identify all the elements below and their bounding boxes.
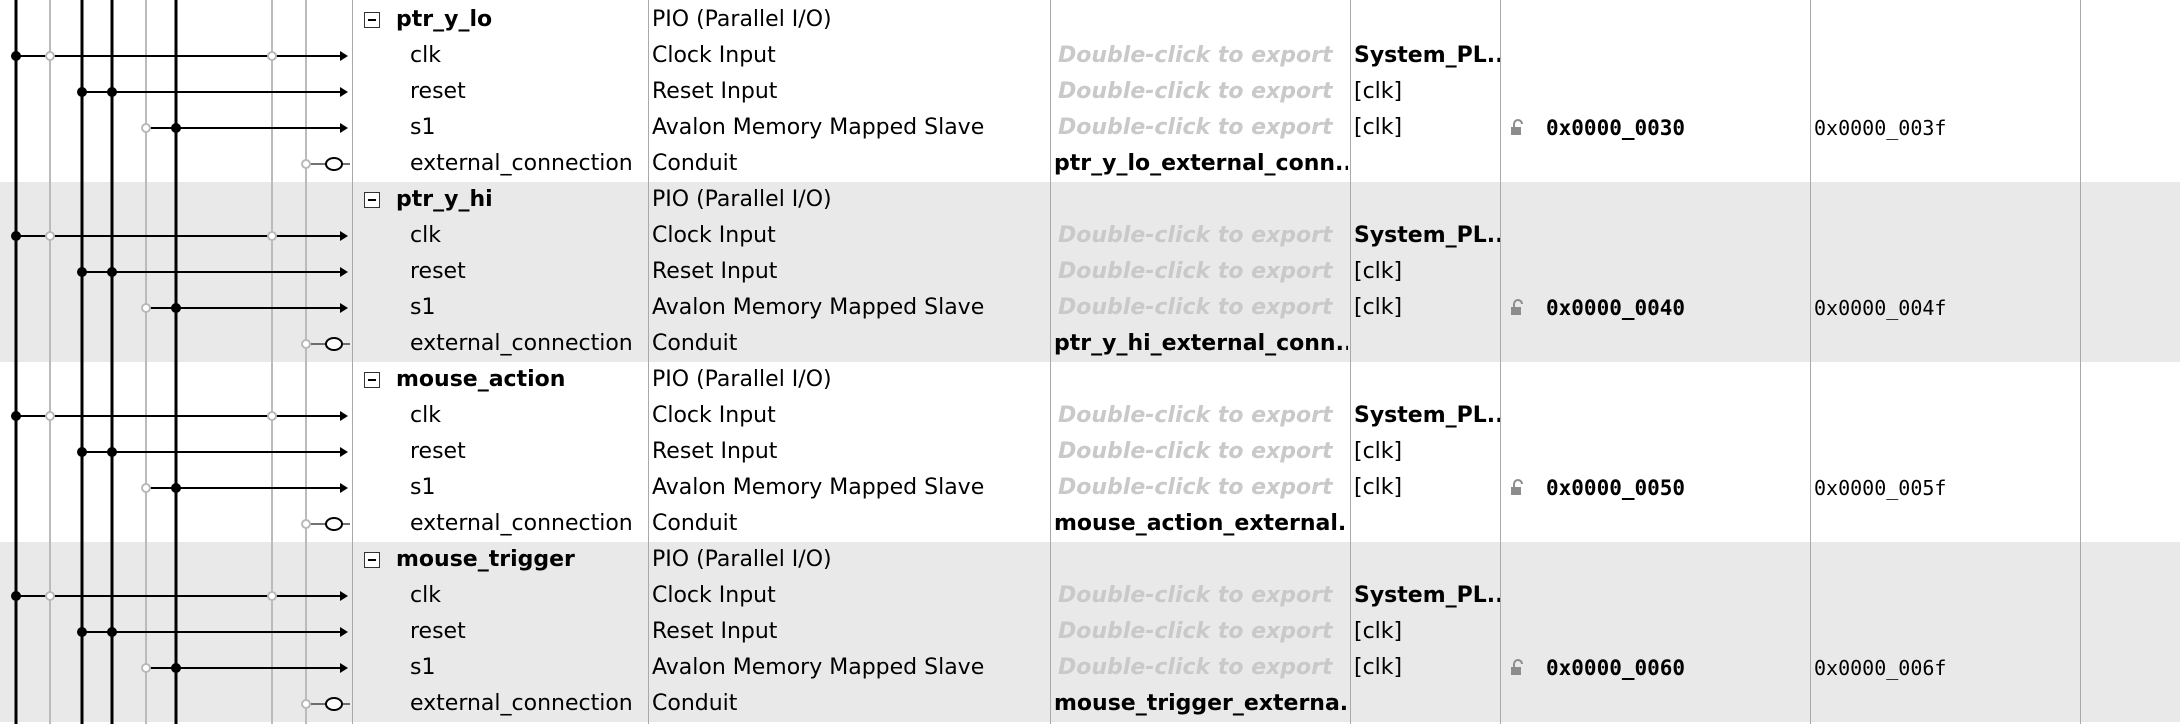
connection-dot xyxy=(107,447,117,457)
export-conduit-icon xyxy=(325,517,343,531)
connection-dot xyxy=(77,87,87,97)
arrow-head xyxy=(340,51,348,61)
connection-dot xyxy=(171,483,181,493)
connection-dot xyxy=(77,627,87,637)
export-conduit-icon xyxy=(325,337,343,351)
arrow-head xyxy=(340,231,348,241)
connection-dot-open xyxy=(141,483,151,493)
connection-dot-open xyxy=(45,591,55,601)
connection-dot xyxy=(11,411,21,421)
connection-dot xyxy=(77,267,87,277)
connection-dot xyxy=(11,591,21,601)
arrow-head xyxy=(340,267,348,277)
connection-dot xyxy=(107,87,117,97)
connection-dot xyxy=(107,267,117,277)
arrow-head xyxy=(340,447,348,457)
arrow-head xyxy=(340,483,348,493)
connection-dot-open xyxy=(301,519,311,529)
connection-dot-open xyxy=(267,51,277,61)
connection-dot xyxy=(77,447,87,457)
arrow-head xyxy=(340,87,348,97)
arrow-head xyxy=(340,123,348,133)
connection-dot-open xyxy=(301,339,311,349)
arrow-head xyxy=(340,663,348,673)
connection-dot-open xyxy=(141,303,151,313)
connection-dot xyxy=(171,663,181,673)
connection-dot-open xyxy=(267,591,277,601)
connection-dot-open xyxy=(267,411,277,421)
connection-dot-open xyxy=(267,231,277,241)
connection-dot-open xyxy=(141,663,151,673)
connection-dot xyxy=(171,303,181,313)
arrow-head xyxy=(340,411,348,421)
export-conduit-icon xyxy=(325,157,343,171)
arrow-head xyxy=(340,591,348,601)
connections-panel xyxy=(11,0,350,724)
arrow-head xyxy=(340,303,348,313)
connection-dot-open xyxy=(45,51,55,61)
connection-dot-open xyxy=(301,699,311,709)
connection-dot xyxy=(107,627,117,637)
connection-dot-open xyxy=(45,231,55,241)
connection-dot-open xyxy=(45,411,55,421)
arrow-head xyxy=(340,627,348,637)
connection-dot xyxy=(11,231,21,241)
connection-dot xyxy=(171,123,181,133)
connection-dot-open xyxy=(301,159,311,169)
connection-dot xyxy=(11,51,21,61)
export-conduit-icon xyxy=(325,697,343,711)
connection-dot-open xyxy=(141,123,151,133)
